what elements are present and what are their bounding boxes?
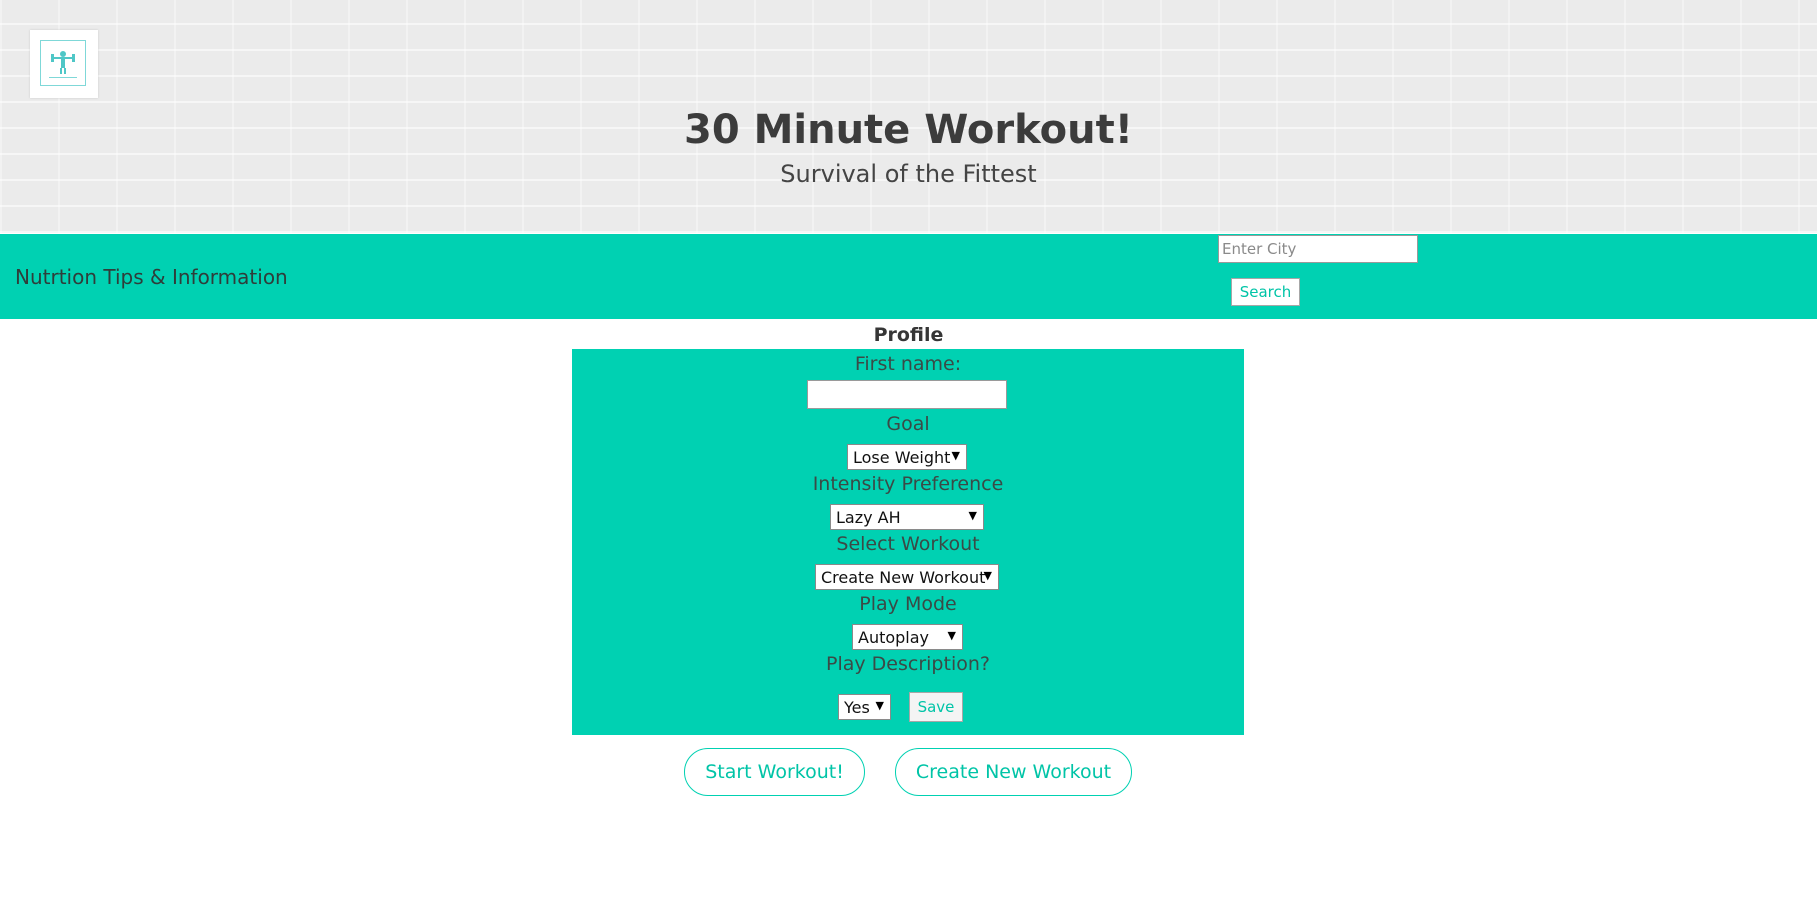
site-logo[interactable] [30,30,98,98]
play-description-select-value: Yes [844,698,870,717]
dumbbell-man-icon [49,51,77,78]
select-workout-label: Select Workout [836,533,980,555]
play-description-select[interactable]: Yes ▼ [838,694,891,720]
triangle-down-icon: ▼ [947,629,956,642]
play-description-label: Play Description? [826,653,990,675]
logo-frame [40,40,86,86]
create-new-workout-button[interactable]: Create New Workout [895,748,1132,796]
search-button[interactable]: Search [1231,278,1300,306]
first-name-label: First name: [854,353,962,375]
hero-banner: 30 Minute Workout! Survival of the Fitte… [0,0,1817,233]
triangle-down-icon: ▼ [983,569,992,582]
profile-heading: Profile [873,324,944,346]
profile-form: First name: Goal Lose Weight ▼ Intensity… [572,349,1244,735]
triangle-down-icon: ▼ [875,699,884,712]
triangle-down-icon: ▼ [968,509,977,522]
triangle-down-icon: ▼ [951,449,960,462]
navbar: Nutrtion Tips & Information [0,234,1817,319]
workout-select[interactable]: Create New Workout ▼ [815,564,999,590]
page-subtitle: Survival of the Fittest [780,160,1037,188]
intensity-label: Intensity Preference [812,473,1004,495]
first-name-input[interactable] [807,380,1007,409]
play-mode-select-value: Autoplay [858,628,930,647]
goal-label: Goal [886,413,930,435]
play-mode-select[interactable]: Autoplay ▼ [852,624,963,650]
save-button[interactable]: Save [909,692,963,722]
page-title: 30 Minute Workout! [684,107,1133,153]
intensity-select[interactable]: Lazy AH ▼ [830,504,984,530]
goal-select-value: Lose Weight [853,448,951,467]
play-mode-label: Play Mode [859,593,957,615]
city-search-input[interactable] [1218,235,1418,263]
intensity-select-value: Lazy AH [836,508,901,527]
start-workout-button[interactable]: Start Workout! [684,748,865,796]
nutrition-tips-link[interactable]: Nutrtion Tips & Information [15,265,288,289]
goal-select[interactable]: Lose Weight ▼ [847,444,967,470]
workout-select-value: Create New Workout [821,568,986,587]
